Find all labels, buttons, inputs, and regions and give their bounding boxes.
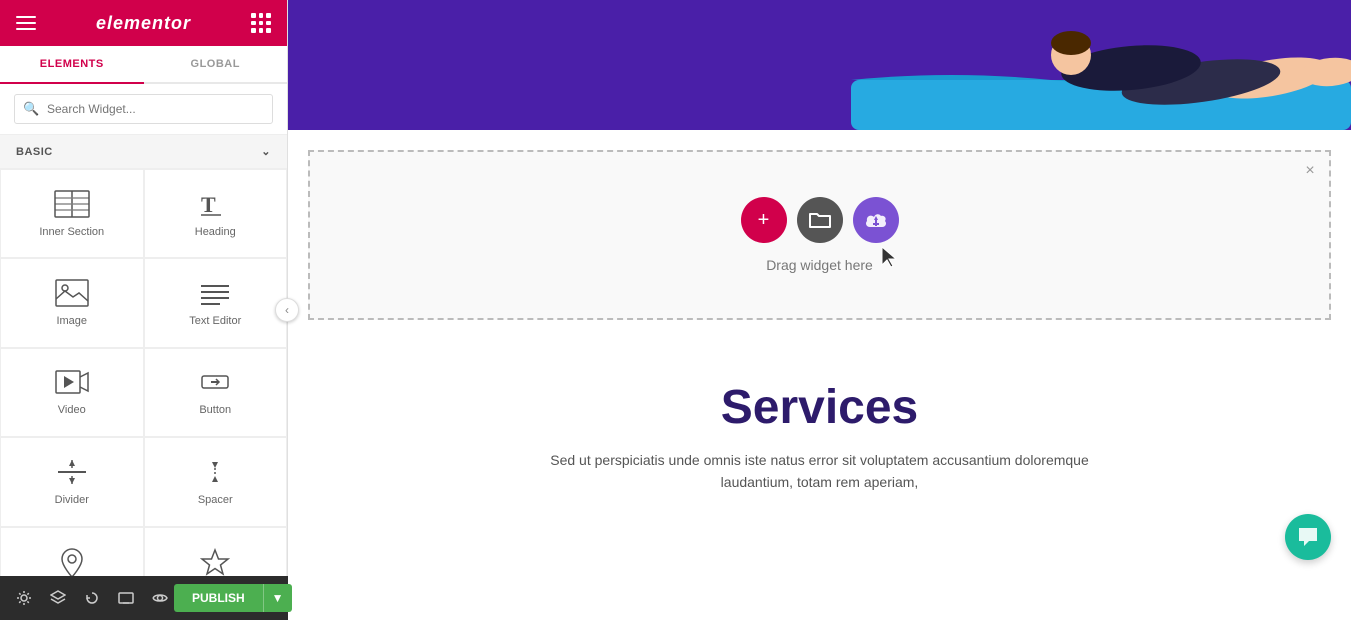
divider-icon bbox=[55, 458, 89, 486]
view-icon[interactable] bbox=[146, 584, 174, 612]
heading-icon: T bbox=[199, 190, 231, 218]
publish-button-group: PUBLISH ▼ bbox=[174, 584, 292, 612]
widget-image[interactable]: Image bbox=[0, 258, 144, 347]
main-canvas: × + Drag widget here bbox=[288, 0, 1351, 620]
sidebar-header: elementor bbox=[0, 0, 287, 46]
services-description: Sed ut perspiciatis unde omnis iste natu… bbox=[550, 449, 1090, 494]
hero-section bbox=[288, 0, 1351, 130]
layers-icon[interactable] bbox=[44, 584, 72, 612]
video-label: Video bbox=[58, 404, 86, 416]
toolbar-icons bbox=[10, 584, 174, 612]
inner-section-icon bbox=[54, 190, 90, 218]
elementor-logo: elementor bbox=[96, 13, 191, 34]
image-label: Image bbox=[56, 315, 87, 327]
services-section: Services Sed ut perspiciatis unde omnis … bbox=[288, 340, 1351, 514]
section-label: BASIC bbox=[16, 146, 53, 158]
publish-dropdown-button[interactable]: ▼ bbox=[263, 584, 292, 612]
drag-widget-text: Drag widget here bbox=[766, 257, 873, 273]
section-header-basic: BASIC ⌄ bbox=[0, 135, 287, 169]
services-title: Services bbox=[308, 380, 1331, 435]
search-icon: 🔍 bbox=[23, 101, 39, 117]
sidebar-tabs: ELEMENTS GLOBAL bbox=[0, 46, 287, 84]
history-icon[interactable] bbox=[78, 584, 106, 612]
image-icon bbox=[55, 279, 89, 307]
cloud-button[interactable] bbox=[853, 197, 899, 243]
add-widget-button[interactable]: + bbox=[741, 197, 787, 243]
chat-bubble-button[interactable] bbox=[1285, 514, 1331, 560]
google-maps-icon bbox=[58, 547, 86, 579]
widget-divider[interactable]: Divider bbox=[0, 437, 144, 526]
widget-spacer[interactable]: Spacer bbox=[144, 437, 288, 526]
video-icon bbox=[55, 368, 89, 396]
drag-zone: × + Drag widget here bbox=[308, 150, 1331, 320]
folder-button[interactable] bbox=[797, 197, 843, 243]
widget-button[interactable]: Button bbox=[144, 348, 288, 437]
widgets-grid: Inner Section T Heading Image bbox=[0, 169, 287, 620]
publish-button[interactable]: PUBLISH bbox=[174, 584, 263, 612]
widget-heading[interactable]: T Heading bbox=[144, 169, 288, 258]
inner-section-label: Inner Section bbox=[39, 226, 104, 238]
chevron-down-icon: ⌄ bbox=[261, 145, 271, 158]
icon-widget-icon bbox=[200, 548, 230, 578]
hamburger-menu[interactable] bbox=[16, 16, 36, 30]
drag-zone-close-button[interactable]: × bbox=[1299, 160, 1321, 182]
heading-label: Heading bbox=[195, 226, 236, 238]
button-icon bbox=[198, 368, 232, 396]
widget-inner-section[interactable]: Inner Section bbox=[0, 169, 144, 258]
collapse-panel-arrow[interactable]: ‹ bbox=[275, 298, 299, 322]
button-label: Button bbox=[199, 404, 231, 416]
search-input[interactable] bbox=[14, 94, 273, 124]
tab-global[interactable]: GLOBAL bbox=[144, 46, 288, 82]
bottom-toolbar: PUBLISH ▼ bbox=[0, 576, 288, 620]
cursor-icon bbox=[880, 245, 900, 269]
search-bar: 🔍 bbox=[0, 84, 287, 135]
widget-text-editor[interactable]: Text Editor bbox=[144, 258, 288, 347]
grid-icon[interactable] bbox=[251, 13, 271, 33]
drag-zone-buttons: + bbox=[741, 197, 899, 243]
hero-illustration bbox=[851, 0, 1351, 130]
text-editor-label: Text Editor bbox=[189, 315, 241, 327]
responsive-icon[interactable] bbox=[112, 584, 140, 612]
tab-elements[interactable]: ELEMENTS bbox=[0, 46, 144, 84]
text-editor-icon bbox=[198, 279, 232, 307]
sidebar: elementor ELEMENTS GLOBAL 🔍 BASIC ⌄ bbox=[0, 0, 288, 620]
canvas-inner: × + Drag widget here bbox=[288, 0, 1351, 620]
spacer-label: Spacer bbox=[198, 494, 233, 506]
settings-icon[interactable] bbox=[10, 584, 38, 612]
spacer-icon bbox=[198, 458, 232, 486]
widget-video[interactable]: Video bbox=[0, 348, 144, 437]
divider-label: Divider bbox=[55, 494, 89, 506]
svg-text:T: T bbox=[201, 192, 216, 217]
